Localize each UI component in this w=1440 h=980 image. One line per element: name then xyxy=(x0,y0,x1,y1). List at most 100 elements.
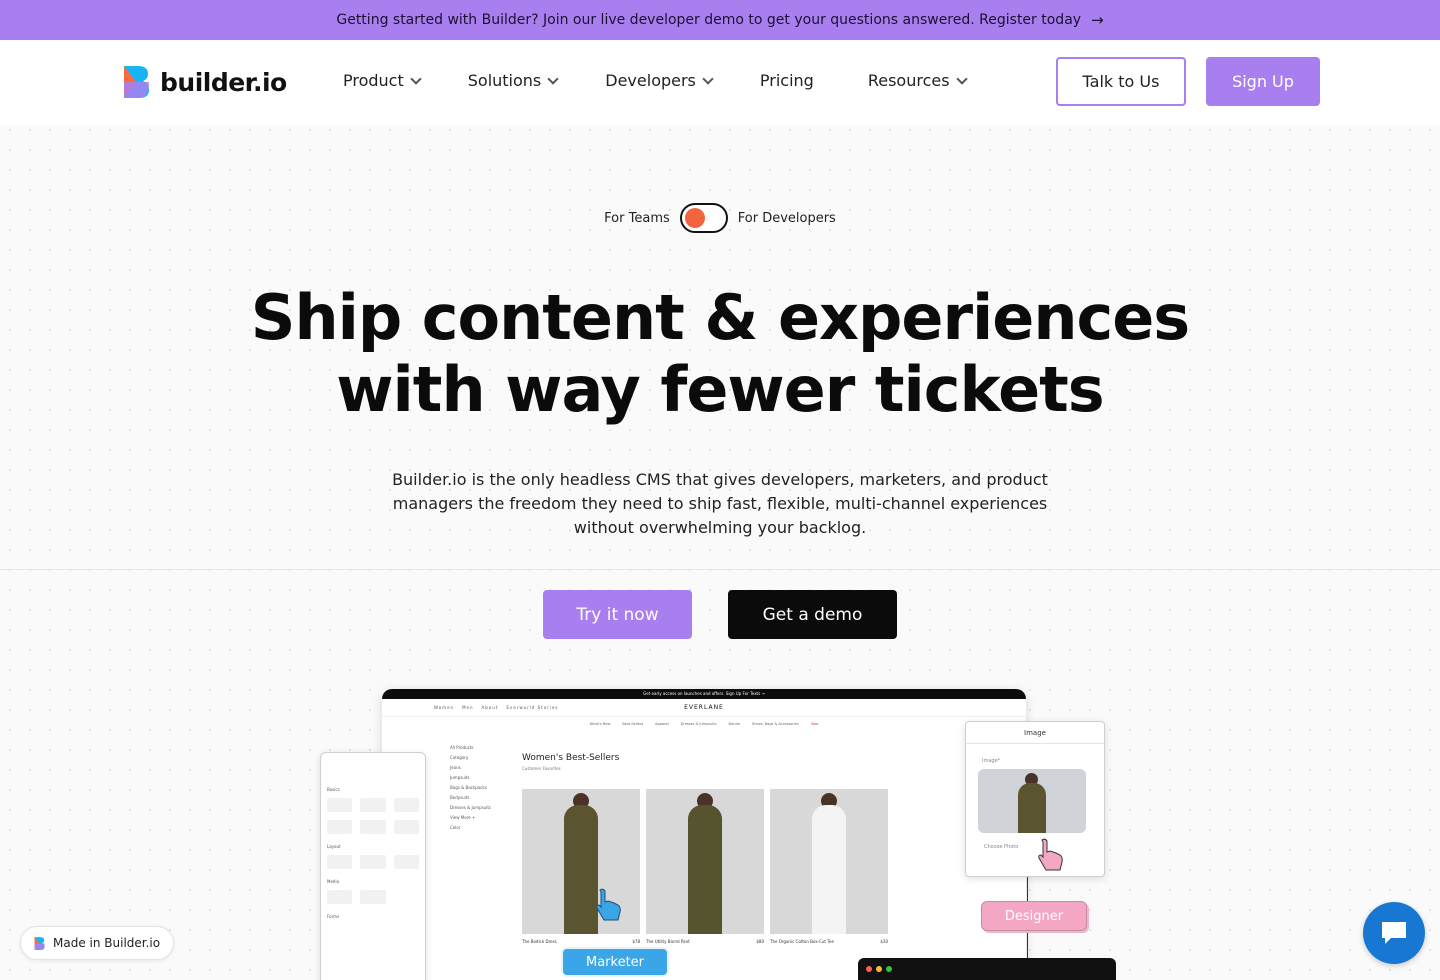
component-tile xyxy=(393,820,419,834)
sign-up-button[interactable]: Sign Up xyxy=(1206,57,1320,106)
product-price: $80 xyxy=(756,939,764,944)
component-tile xyxy=(360,798,386,812)
talk-to-us-button[interactable]: Talk to Us xyxy=(1056,57,1186,106)
store-subnav-item: Sale xyxy=(810,722,819,726)
store-link: About xyxy=(481,705,499,710)
store-link: Men xyxy=(462,705,474,710)
made-in-label: Made in Builder.io xyxy=(53,936,161,950)
window-dot xyxy=(886,966,892,972)
product-name: The Bodice Dress xyxy=(522,939,557,944)
store-subnav-item: Best-Sellers xyxy=(622,722,644,726)
component-tile xyxy=(360,855,386,869)
chat-button[interactable] xyxy=(1363,902,1425,964)
toggle-label-developers[interactable]: For Developers xyxy=(738,211,836,226)
panel-section-label: Layout xyxy=(327,844,341,849)
logo-text: builder.io xyxy=(160,67,287,97)
arrow-right-icon: → xyxy=(1091,11,1104,29)
model-figure xyxy=(812,805,846,934)
chat-icon xyxy=(1382,922,1406,944)
builder-logo-icon xyxy=(124,66,149,98)
pointer-hand-icon xyxy=(596,888,621,921)
menu-label: Pricing xyxy=(759,71,814,90)
component-tile xyxy=(327,855,353,869)
preview-browser-window: Get early access on launches and offers.… xyxy=(382,689,1026,980)
made-in-builder-badge[interactable]: Made in Builder.io xyxy=(20,926,174,960)
try-it-now-button[interactable]: Try it now xyxy=(543,590,692,639)
store-header: Women Men About Everworld Stories EVERLA… xyxy=(382,699,1026,717)
product-label: The Organic Cotton Box-Cut Tee $30 xyxy=(770,939,888,944)
announcement-banner[interactable]: Getting started with Builder? Join our l… xyxy=(0,0,1440,40)
category-title: Women's Best-Sellers xyxy=(522,753,620,763)
choose-photo-label: Choose Photo xyxy=(984,844,1019,850)
model-figure xyxy=(1018,783,1046,833)
component-grid xyxy=(327,798,419,834)
component-grid xyxy=(327,890,419,904)
image-settings-panel: Image Image* Choose Photo xyxy=(965,721,1105,877)
toggle-label-teams[interactable]: For Teams xyxy=(604,211,670,226)
audience-toggle: For Teams For Developers xyxy=(0,203,1440,233)
filter-heading: All Products xyxy=(450,745,474,750)
menu-label: Product xyxy=(343,71,404,90)
product-price: $78 xyxy=(632,939,640,944)
component-tile xyxy=(393,798,419,812)
audience-switch[interactable] xyxy=(679,203,728,233)
menu-item-resources[interactable]: Resources xyxy=(868,71,968,90)
model-figure xyxy=(564,805,598,934)
component-tile xyxy=(360,820,386,834)
get-a-demo-button[interactable]: Get a demo xyxy=(728,590,897,639)
image-panel-title: Image xyxy=(966,722,1104,744)
menu-item-developers[interactable]: Developers xyxy=(605,71,714,90)
store-link: Women xyxy=(434,705,455,710)
component-tile xyxy=(360,890,386,904)
editor-components-panel: Basics Layout Media Forms xyxy=(320,752,426,980)
category-subtitle: Customer Favorites xyxy=(522,766,561,771)
store-brand: EVERLANE xyxy=(684,704,724,711)
menu-item-product[interactable]: Product xyxy=(343,71,422,90)
store-links: Women Men About Everworld Stories xyxy=(434,705,558,710)
hero-title-line-2: with way fewer tickets xyxy=(336,353,1104,426)
component-tile xyxy=(327,890,353,904)
model-figure xyxy=(688,805,722,934)
store-subnav-item: Denim xyxy=(728,722,740,726)
hero-subtitle: Builder.io is the only headless CMS that… xyxy=(392,470,1048,537)
store-subnav-item: What's New xyxy=(589,722,611,726)
product-label: The Bodice Dress $78 xyxy=(522,939,640,944)
logo[interactable]: builder.io xyxy=(120,66,287,98)
store-subnav-item: Apparel xyxy=(655,722,669,726)
designer-badge: Designer xyxy=(981,901,1087,931)
store-link: Everworld Stories xyxy=(506,705,559,710)
panel-section-label: Media xyxy=(327,879,340,884)
builder-logo-icon xyxy=(34,936,45,950)
component-tile xyxy=(327,820,353,834)
code-window xyxy=(858,958,1116,980)
product-name: The Organic Cotton Box-Cut Tee xyxy=(770,939,834,944)
menu-item-solutions[interactable]: Solutions xyxy=(467,71,559,90)
component-tile xyxy=(393,855,419,869)
menu-item-pricing[interactable]: Pricing xyxy=(760,71,814,90)
component-grid xyxy=(327,855,419,869)
filter-item: View More + xyxy=(450,815,476,820)
switch-knob xyxy=(684,208,705,228)
banner-text[interactable]: Getting started with Builder? Join our l… xyxy=(336,12,1081,28)
chevron-down-icon xyxy=(955,72,968,85)
menu-label: Solutions xyxy=(467,71,542,90)
panel-section-label: Basics xyxy=(327,787,340,792)
window-dot xyxy=(876,966,882,972)
product-price: $30 xyxy=(880,939,888,944)
product-name: The Utility Barrel Pant xyxy=(646,939,690,944)
store-filters: All Products Category Jeans Jumpsuits Ba… xyxy=(450,745,514,835)
store-subnav-item: Shoes, Bags & Accessories xyxy=(751,722,799,726)
filter-item: Jeans xyxy=(450,765,461,770)
pointer-hand-icon xyxy=(1038,838,1063,871)
filter-item: Jumpsuits xyxy=(450,775,470,780)
hero-title-line-1: Ship content & experiences xyxy=(250,281,1190,354)
store-subnav: What's New Best-Sellers Apparel Dresses … xyxy=(382,717,1026,731)
filter-item: Bags & Backpacks xyxy=(450,785,487,790)
chevron-down-icon xyxy=(410,72,422,85)
chevron-down-icon xyxy=(547,72,559,85)
divider xyxy=(0,569,1440,570)
product-image xyxy=(770,789,888,934)
chevron-down-icon xyxy=(702,72,714,85)
filter-item: Category xyxy=(450,755,469,760)
main-menu: Product Solutions Developers Pricing Res… xyxy=(343,71,1014,90)
